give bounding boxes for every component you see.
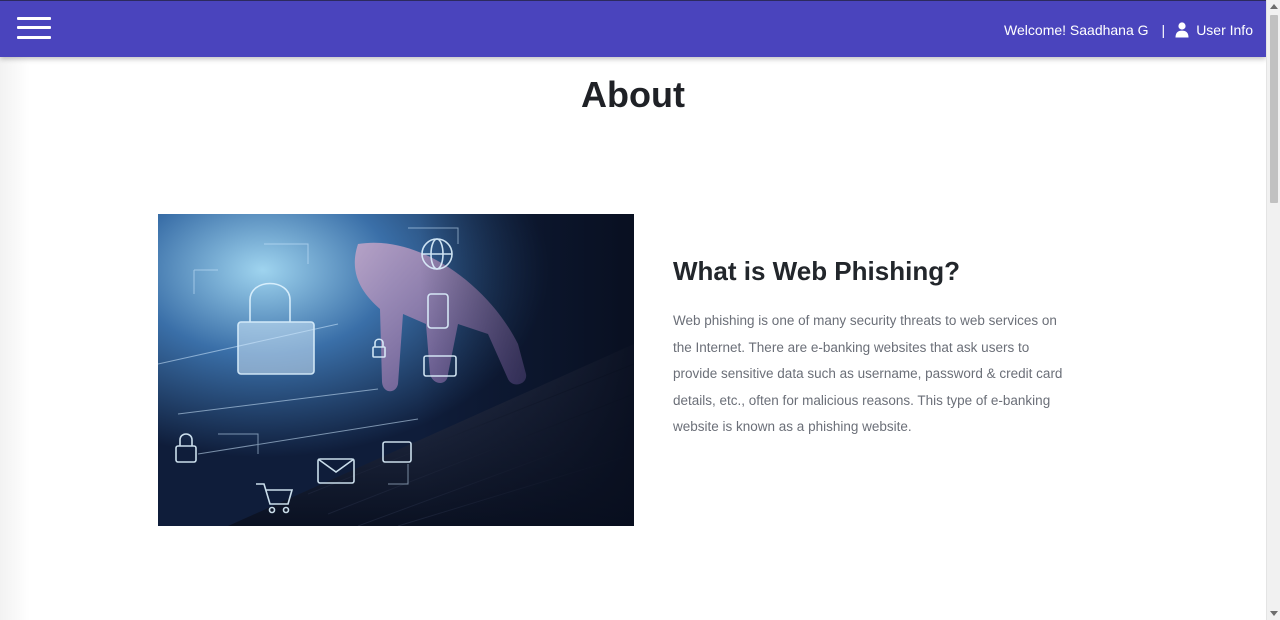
page: Welcome! Saadhana G | User Info About Wh…: [0, 0, 1280, 620]
nav-separator: |: [1161, 22, 1166, 38]
top-navbar: Welcome! Saadhana G | User Info: [0, 0, 1266, 57]
section-heading: What is Web Phishing?: [673, 256, 960, 286]
user-info-link[interactable]: User Info: [1175, 22, 1253, 38]
scrollbar-thumb[interactable]: [1270, 15, 1278, 203]
user-info-label: User Info: [1196, 22, 1253, 38]
page-title: About: [581, 74, 685, 115]
nav-user-area: Welcome! Saadhana G | User Info: [1004, 20, 1253, 40]
user-icon: [1175, 22, 1189, 38]
hamburger-menu-icon[interactable]: [17, 15, 52, 43]
phishing-illustration-image: [158, 214, 634, 526]
welcome-text: Welcome! Saadhana G: [1004, 22, 1149, 38]
scroll-down-arrow-icon[interactable]: [1270, 611, 1278, 616]
page-edge-shadow: [0, 57, 30, 620]
section-description: Web phishing is one of many security thr…: [673, 313, 1063, 434]
scroll-up-arrow-icon[interactable]: [1270, 4, 1278, 9]
vertical-scrollbar[interactable]: [1266, 0, 1280, 620]
